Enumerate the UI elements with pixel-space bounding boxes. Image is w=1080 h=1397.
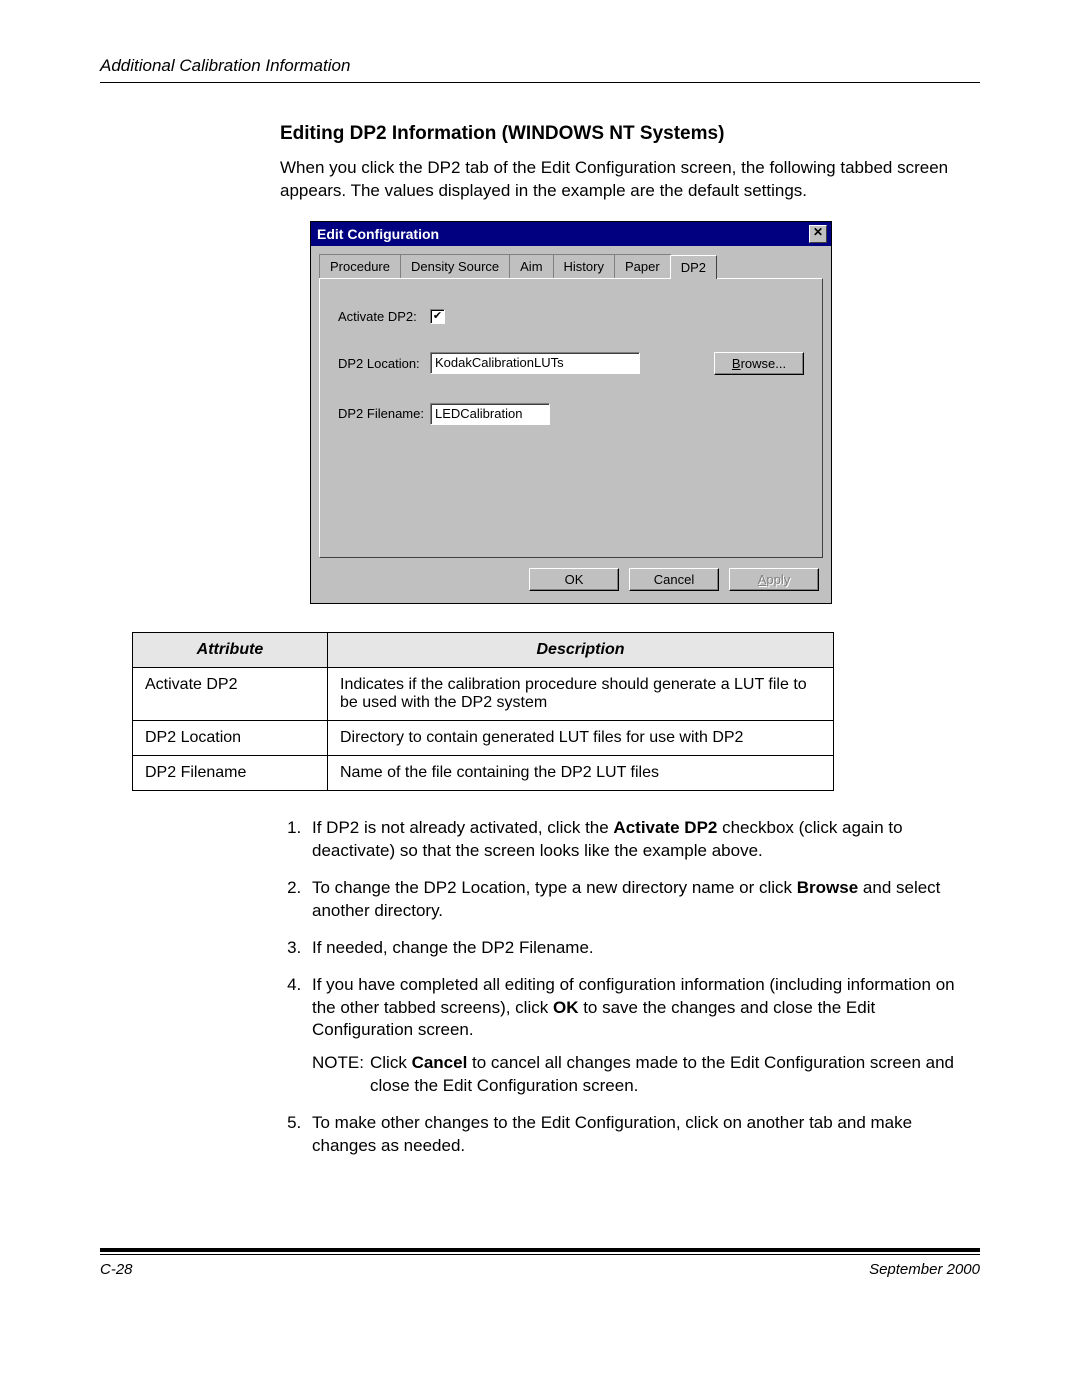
list-item: To change the DP2 Location, type a new d…	[306, 877, 980, 923]
cell-desc: Indicates if the calibration procedure s…	[328, 667, 834, 720]
col-header-attribute: Attribute	[133, 632, 328, 667]
cancel-button[interactable]: Cancel	[629, 568, 719, 591]
note: NOTE: Click Cancel to cancel all changes…	[312, 1052, 980, 1098]
col-header-description: Description	[328, 632, 834, 667]
cell-desc: Name of the file containing the DP2 LUT …	[328, 755, 834, 790]
table-row: Activate DP2 Indicates if the calibratio…	[133, 667, 834, 720]
step-bold: OK	[553, 998, 579, 1017]
browse-rest: rowse...	[741, 356, 787, 371]
close-icon[interactable]: ✕	[809, 225, 827, 243]
apply-rest: pply	[766, 572, 790, 587]
step-bold: Browse	[797, 878, 858, 897]
cell-attr: DP2 Filename	[133, 755, 328, 790]
dp2-filename-input[interactable]: LEDCalibration	[430, 403, 550, 425]
footer-rule	[100, 1248, 980, 1255]
tab-strip: Procedure Density Source Aim History Pap…	[311, 246, 831, 278]
cell-attr: DP2 Location	[133, 720, 328, 755]
dialog-titlebar: Edit Configuration ✕	[311, 222, 831, 246]
ok-button[interactable]: OK	[529, 568, 619, 591]
tab-panel: Activate DP2: ✔ DP2 Location: KodakCalib…	[319, 278, 823, 558]
note-part: Click	[370, 1053, 412, 1072]
dp2-location-input[interactable]: KodakCalibrationLUTs	[430, 352, 640, 374]
dp2-location-label: DP2 Location:	[338, 356, 430, 371]
list-item: To make other changes to the Edit Config…	[306, 1112, 980, 1158]
apply-button[interactable]: Apply	[729, 568, 819, 591]
browse-button[interactable]: Browse...	[714, 352, 804, 375]
step-text: To change the DP2 Location, type a new d…	[312, 878, 797, 897]
running-head: Additional Calibration Information	[100, 56, 980, 83]
page-footer: C-28 September 2000	[100, 1261, 980, 1278]
intro-paragraph: When you click the DP2 tab of the Edit C…	[280, 157, 980, 203]
activate-dp2-label: Activate DP2:	[338, 309, 430, 324]
tab-aim[interactable]: Aim	[509, 254, 553, 278]
step-bold: Activate DP2	[613, 818, 717, 837]
edit-configuration-dialog: Edit Configuration ✕ Procedure Density S…	[310, 221, 832, 604]
dp2-filename-label: DP2 Filename:	[338, 406, 430, 421]
tab-history[interactable]: History	[553, 254, 615, 278]
dialog-title: Edit Configuration	[317, 226, 439, 242]
tab-paper[interactable]: Paper	[614, 254, 671, 278]
tab-procedure[interactable]: Procedure	[319, 254, 401, 278]
note-text: Click Cancel to cancel all changes made …	[370, 1052, 980, 1098]
list-item: If needed, change the DP2 Filename.	[306, 937, 980, 960]
table-row: DP2 Location Directory to contain genera…	[133, 720, 834, 755]
table-row: DP2 Filename Name of the file containing…	[133, 755, 834, 790]
list-item: If you have completed all editing of con…	[306, 974, 980, 1099]
list-item: If DP2 is not already activated, click t…	[306, 817, 980, 863]
activate-dp2-checkbox[interactable]: ✔	[430, 309, 445, 324]
note-label: NOTE:	[312, 1052, 370, 1098]
dialog-button-row: OK Cancel Apply	[311, 568, 831, 603]
page-number: C-28	[100, 1261, 133, 1278]
footer-date: September 2000	[869, 1261, 980, 1278]
cell-attr: Activate DP2	[133, 667, 328, 720]
tab-dp2[interactable]: DP2	[670, 255, 717, 279]
attribute-table: Attribute Description Activate DP2 Indic…	[132, 632, 834, 791]
browse-accel: B	[732, 356, 741, 371]
section-title: Editing DP2 Information (WINDOWS NT Syst…	[280, 123, 980, 145]
step-text: If DP2 is not already activated, click t…	[312, 818, 613, 837]
cell-desc: Directory to contain generated LUT files…	[328, 720, 834, 755]
step-list: If DP2 is not already activated, click t…	[280, 817, 980, 1158]
tab-density-source[interactable]: Density Source	[400, 254, 510, 278]
note-bold: Cancel	[412, 1053, 468, 1072]
